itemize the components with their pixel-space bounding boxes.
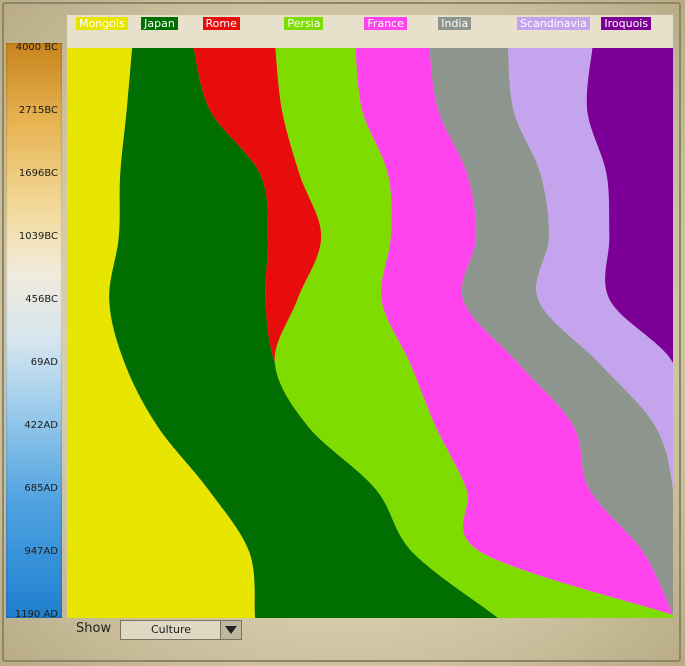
chevron-down-icon	[225, 626, 237, 634]
legend-item-france[interactable]: France	[364, 17, 407, 30]
streamgraph-svg	[67, 43, 673, 618]
legend-item-scandinavia[interactable]: Scandinavia	[517, 17, 590, 30]
show-label: Show	[76, 621, 112, 636]
time-tick-label: 685AD	[24, 483, 58, 494]
show-dropdown[interactable]: Culture	[120, 620, 242, 640]
show-dropdown-value: Culture	[150, 623, 192, 636]
time-tick-label: 4000 BC	[15, 42, 58, 53]
legend-item-persia[interactable]: Persia	[284, 17, 324, 30]
legend-item-rome[interactable]: Rome	[202, 17, 240, 30]
legend-item-india[interactable]: India	[438, 17, 472, 30]
legend-item-japan[interactable]: Japan	[141, 17, 178, 30]
time-tick-label: 1039BC	[18, 231, 58, 242]
time-tick-label: 2715BC	[18, 105, 58, 116]
legend-item-iroquois[interactable]: Iroquois	[601, 17, 652, 30]
time-tick-label: 1190 AD	[14, 609, 58, 620]
time-axis-bar: 4000 BC 2715BC 1696BC 1039BC 456BC 69AD 422AD 6…	[6, 42, 62, 620]
time-tick-label: 456BC	[25, 294, 58, 305]
streamgraph-plot	[67, 15, 673, 618]
time-tick-label: 1696BC	[18, 168, 58, 179]
legend-item-mongols[interactable]: Mongols	[76, 17, 128, 30]
time-tick-label: 947AD	[24, 546, 58, 557]
time-tick-label: 422AD	[24, 420, 58, 431]
show-dropdown-button[interactable]	[220, 621, 241, 639]
time-tick-label: 69AD	[30, 357, 58, 368]
